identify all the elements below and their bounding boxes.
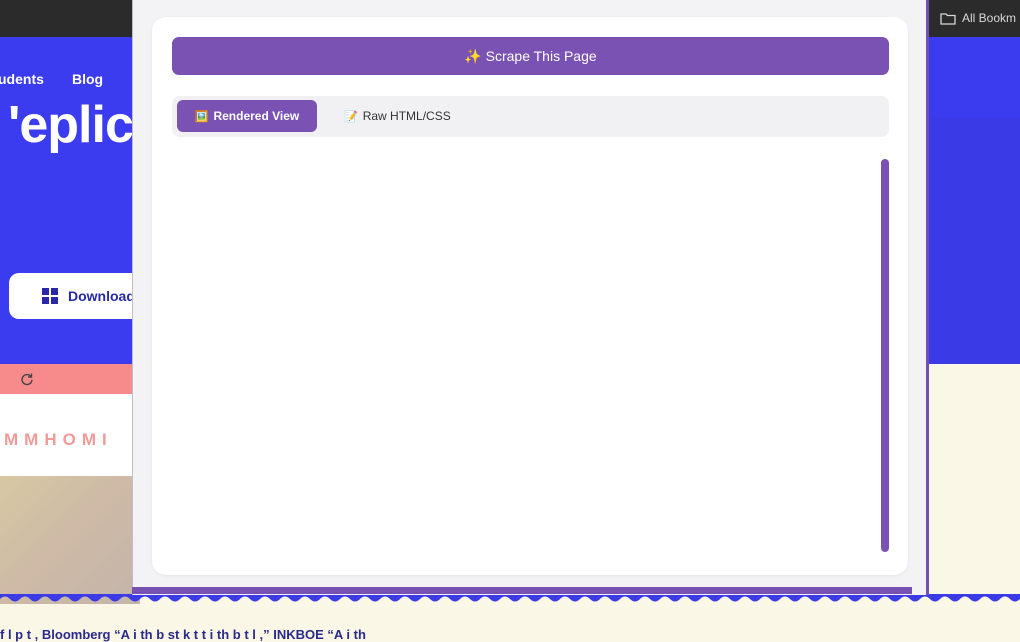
press-quotes: f l p t , Bloomberg “A i th b st k t t i… (0, 627, 366, 642)
scrape-button-label: ✨ Scrape This Page (464, 47, 597, 64)
marquee-text: MMHOMI (4, 430, 113, 449)
tab-raw-html[interactable]: 📝 Raw HTML/CSS (344, 100, 451, 132)
windows-icon (42, 288, 58, 304)
hero-title: 'eplic (8, 96, 134, 154)
popup-bottom-border (132, 587, 912, 594)
download-label: Download (68, 288, 135, 304)
memo-icon: 📝 (344, 110, 358, 123)
reload-icon[interactable] (20, 372, 34, 386)
scrape-page-button[interactable]: ✨ Scrape This Page (172, 37, 889, 75)
banner-bar (0, 364, 140, 394)
image-icon: 🖼️ (194, 110, 209, 123)
tab-label: Raw HTML/CSS (362, 109, 451, 123)
bookmarks-label: All Bookm (961, 11, 1016, 25)
tab-label: Rendered View (213, 109, 300, 123)
hero-texture (930, 117, 1020, 364)
nav-link-students[interactable]: udents (0, 71, 44, 87)
content-scrollbar[interactable] (881, 159, 889, 552)
tab-rendered-view[interactable]: 🖼️ Rendered View (177, 100, 317, 132)
view-tabs: 🖼️ Rendered View 📝 Raw HTML/CSS (172, 96, 889, 137)
hero-image (0, 476, 140, 604)
all-bookmarks-button[interactable]: All Bookm (940, 8, 1020, 28)
wave-divider (0, 594, 1020, 602)
nav-link-blog[interactable]: Blog (72, 71, 103, 87)
folder-icon (940, 12, 956, 25)
